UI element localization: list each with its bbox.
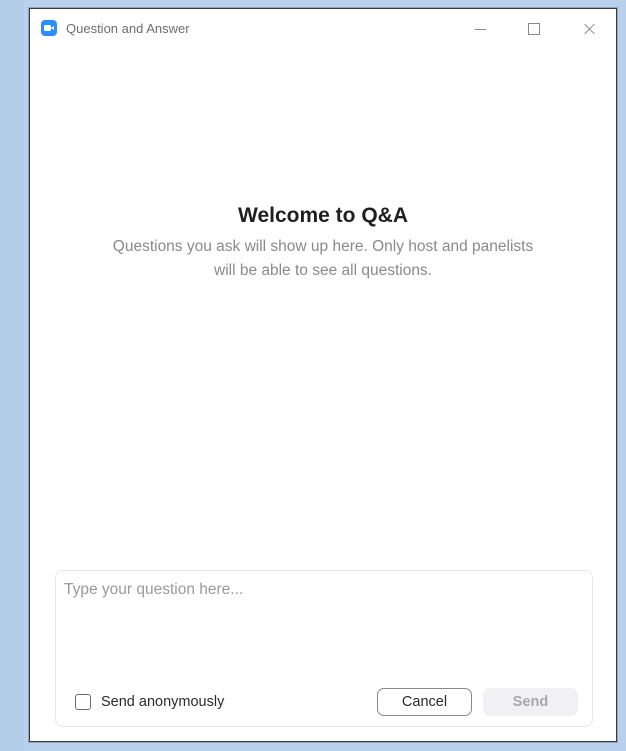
cancel-button[interactable]: Cancel <box>377 688 472 716</box>
question-composer: Send anonymously Cancel Send <box>55 570 593 727</box>
maximize-button[interactable] <box>519 16 549 42</box>
send-anonymously-checkbox[interactable] <box>75 694 91 710</box>
close-button[interactable] <box>574 16 604 42</box>
qa-window: Question and Answer Welcome to Q&A Quest… <box>29 8 617 742</box>
title-bar[interactable]: Question and Answer <box>30 9 616 49</box>
send-anonymously-label: Send anonymously <box>101 694 225 710</box>
desktop-background <box>0 0 24 751</box>
send-anonymously-option[interactable]: Send anonymously <box>75 692 224 712</box>
send-button[interactable]: Send <box>483 688 578 716</box>
minimize-button[interactable] <box>465 16 495 42</box>
minimize-icon <box>474 28 486 30</box>
maximize-icon <box>528 23 540 35</box>
close-icon <box>583 23 595 35</box>
welcome-description: Questions you ask will show up here. Onl… <box>112 238 534 279</box>
zoom-app-icon <box>41 20 57 36</box>
window-title: Question and Answer <box>66 21 190 36</box>
welcome-title: Welcome to Q&A <box>238 204 408 227</box>
question-input[interactable] <box>64 577 582 676</box>
